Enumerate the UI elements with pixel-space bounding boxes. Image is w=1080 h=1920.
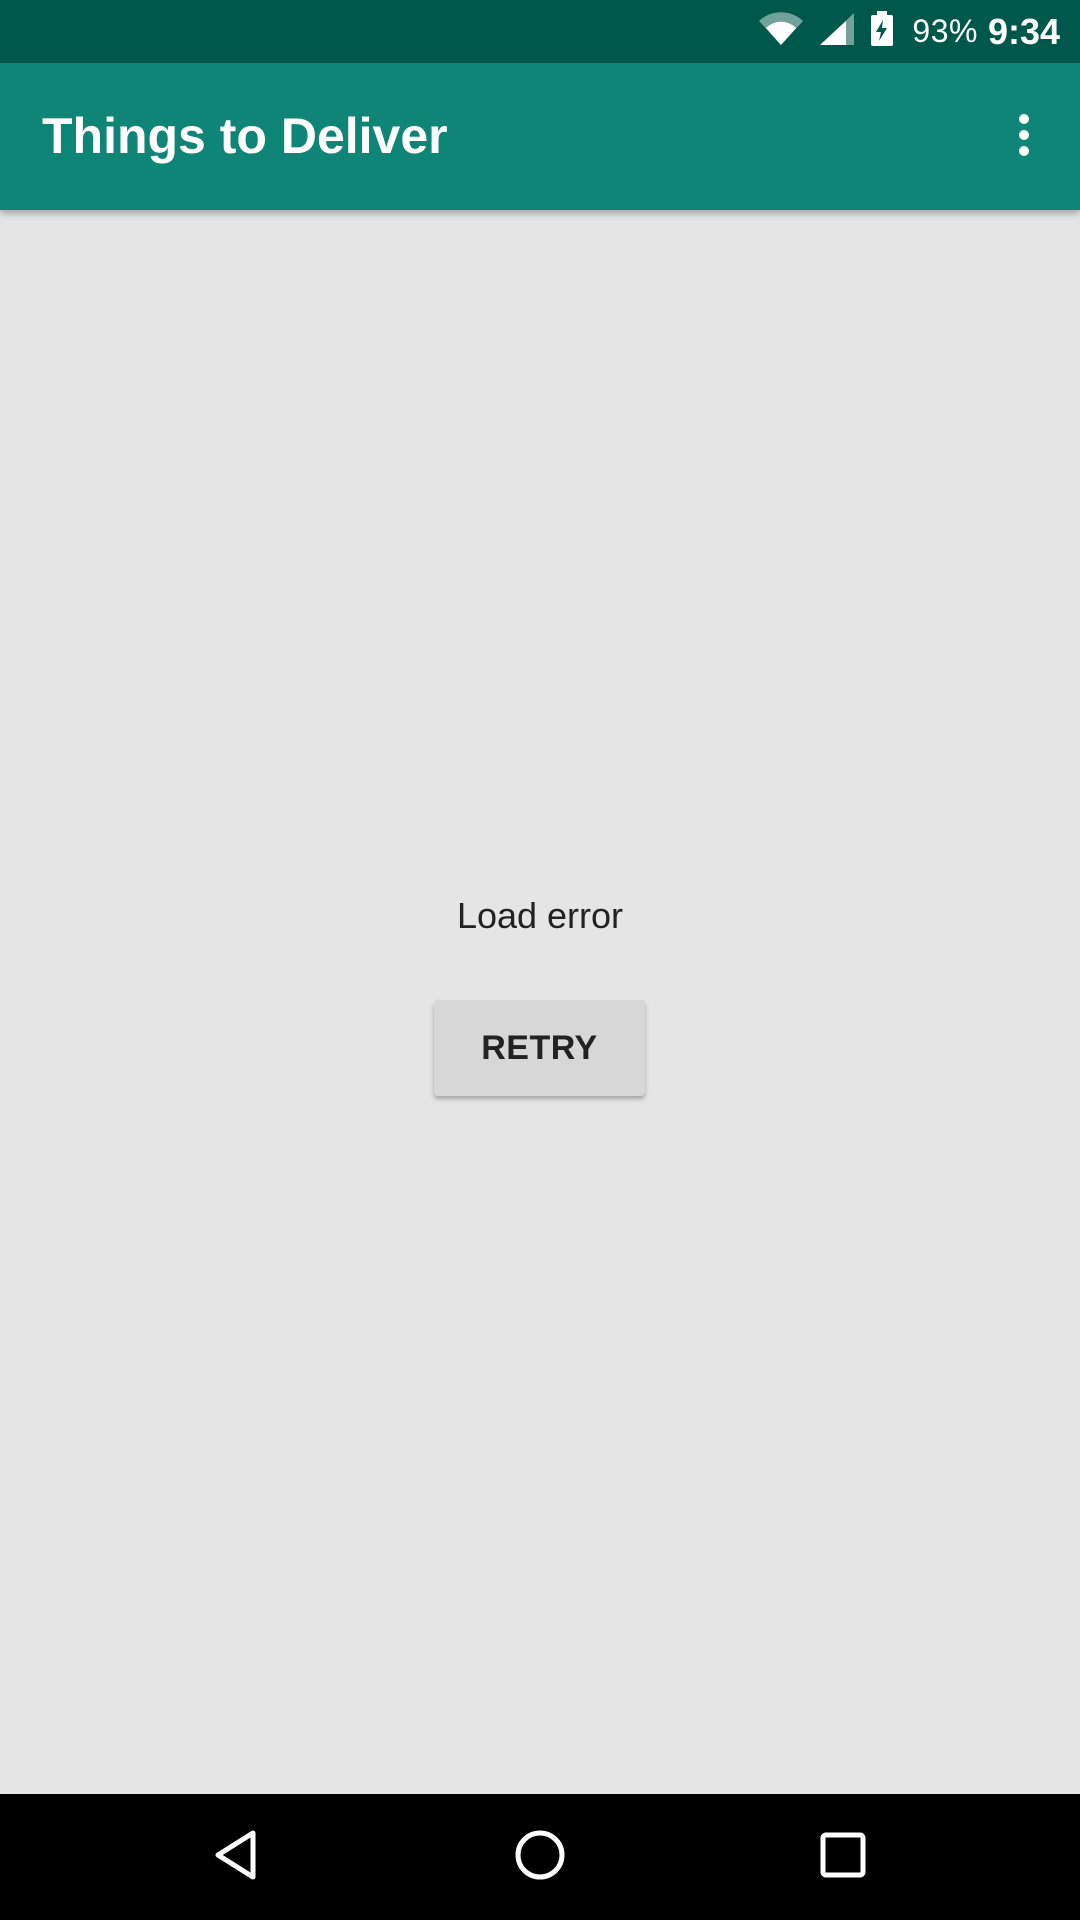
recents-icon [820, 1832, 866, 1883]
navigation-bar [0, 1794, 1080, 1920]
overflow-menu-button[interactable] [986, 99, 1062, 175]
battery-percentage: 93% [912, 13, 978, 49]
wifi-icon [758, 12, 804, 51]
retry-button[interactable]: RETRY [434, 1000, 645, 1096]
status-bar: 93% 9:34 [0, 0, 1080, 63]
more-vert-icon [1017, 113, 1031, 162]
status-bar-right: 93% 9:34 [758, 0, 1060, 63]
cell-signal-icon [818, 11, 856, 52]
nav-home-button[interactable] [500, 1817, 580, 1897]
app-bar: Things to Deliver [0, 63, 1080, 210]
nav-recents-button[interactable] [803, 1817, 883, 1897]
nav-back-button[interactable] [196, 1817, 276, 1897]
clock: 9:34 [987, 10, 1060, 52]
main-content: Load error RETRY [0, 210, 1080, 1794]
app-title: Things to Deliver [42, 108, 448, 164]
battery-charging-icon [870, 11, 894, 52]
screen: 93% 9:34 Things to Deliver Load error RE… [0, 0, 1080, 1920]
home-icon [514, 1829, 566, 1886]
back-icon [213, 1829, 259, 1886]
error-message: Load error [456, 895, 624, 936]
